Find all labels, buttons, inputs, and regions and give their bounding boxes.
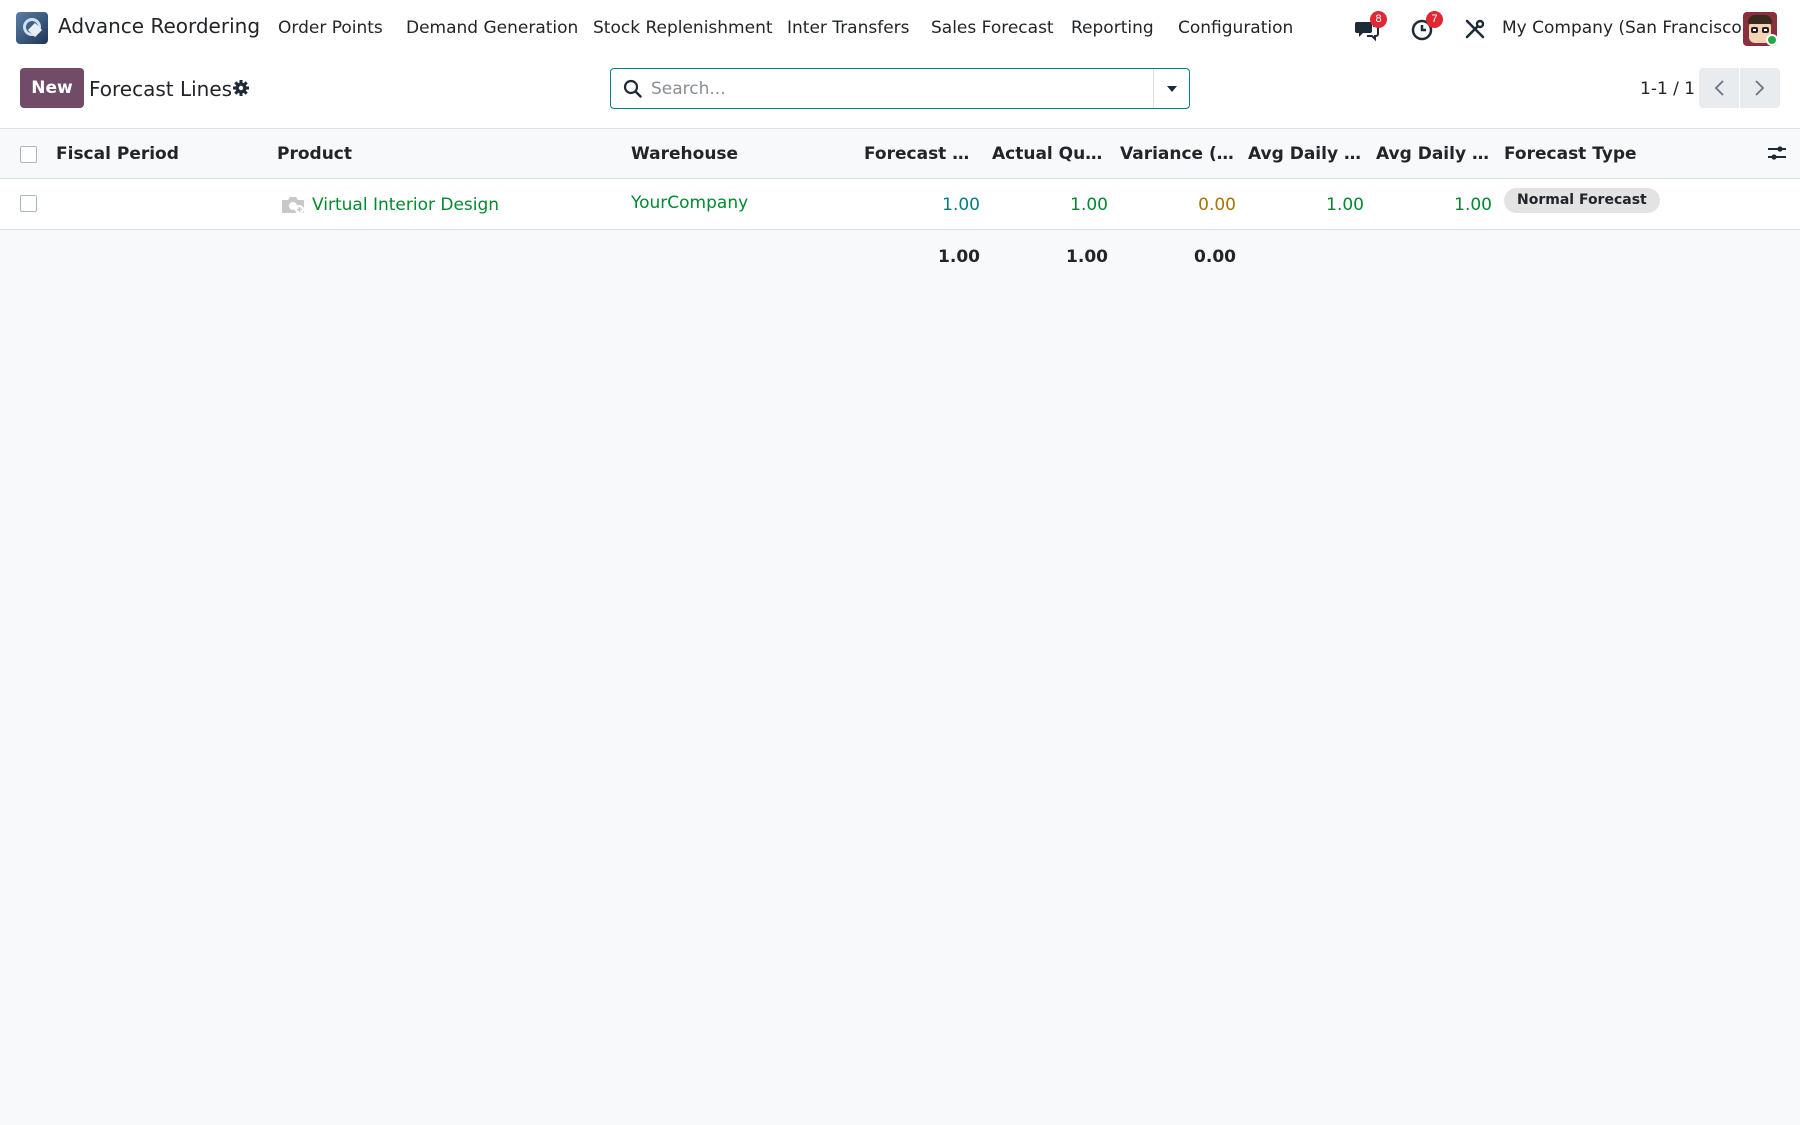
cell-product-link[interactable]: Virtual Interior Design [312,195,602,215]
column-warehouse[interactable]: Warehouse [631,144,831,164]
column-avg-daily-actual[interactable]: Avg Daily A... [1376,144,1492,164]
column-variance[interactable]: Variance (A... [1120,144,1236,164]
pager-previous-button[interactable] [1699,68,1739,108]
cell-avg-daily-actual[interactable]: 1.00 [1376,195,1492,215]
online-status-dot [1766,34,1778,46]
camera-placeholder-icon [280,194,306,216]
messages-icon[interactable]: 8 [1354,11,1387,42]
forecast-type-tag[interactable]: Normal Forecast [1504,188,1660,213]
menu-reporting[interactable]: Reporting [1071,18,1154,38]
cell-forecast-quantity[interactable]: 1.00 [864,195,980,215]
chevron-left-icon [1714,80,1724,96]
pager-value[interactable]: 1-1 / 1 [1640,79,1695,99]
total-forecast-quantity: 1.00 [938,247,980,267]
search-input[interactable] [651,77,1111,101]
total-variance: 0.00 [1194,247,1236,267]
control-panel: New Forecast Lines 1-1 / 1 [0,57,1800,129]
menu-order-points[interactable]: Order Points [278,18,383,38]
search-icon [623,79,643,99]
activities-count-badge: 7 [1426,11,1443,28]
row-select-checkbox[interactable] [20,195,37,212]
new-button[interactable]: New [20,68,84,108]
app-logo-icon[interactable] [16,12,48,44]
pager-next-button[interactable] [1740,68,1780,108]
messages-count-badge: 8 [1370,11,1387,28]
app-name[interactable]: Advance Reordering [58,14,260,38]
table-row[interactable]: Virtual Interior Design YourCompany 1.00… [0,179,1800,230]
menu-stock-replenishment[interactable]: Stock Replenishment [593,18,773,38]
search-options-toggle[interactable] [1153,69,1189,108]
column-forecast-type[interactable]: Forecast Type [1504,144,1704,164]
top-navbar: Advance Reordering Order Points Demand G… [0,0,1800,57]
caret-down-icon [1166,85,1177,92]
column-avg-daily-forecast[interactable]: Avg Daily F... [1248,144,1364,164]
optional-columns-settings-icon[interactable] [1767,143,1787,163]
page-title[interactable]: Forecast Lines [89,77,232,101]
menu-demand-generation[interactable]: Demand Generation [406,18,578,38]
cell-actual-quantity[interactable]: 1.00 [992,195,1108,215]
total-actual-quantity: 1.00 [1066,247,1108,267]
search-bar [610,68,1190,109]
table-header-row: Fiscal Period Product Warehouse Forecast… [0,130,1800,179]
table-totals-row: 1.00 1.00 0.00 [0,231,1800,282]
column-forecast-quantity[interactable]: Forecast Qu... [864,144,980,164]
column-fiscal-period[interactable]: Fiscal Period [56,144,256,164]
activities-clock-icon[interactable]: 7 [1410,11,1443,42]
column-actual-quantity[interactable]: Actual Qua... [992,144,1108,164]
column-product[interactable]: Product [277,144,597,164]
menu-sales-forecast[interactable]: Sales Forecast [931,18,1054,38]
chevron-right-icon [1755,80,1765,96]
cell-warehouse-link[interactable]: YourCompany [631,193,831,213]
debug-tools-icon[interactable] [1462,16,1488,42]
gear-icon[interactable] [232,79,250,97]
cell-avg-daily-forecast[interactable]: 1.00 [1248,195,1364,215]
menu-configuration[interactable]: Configuration [1178,18,1293,38]
menu-inter-transfers[interactable]: Inter Transfers [787,18,910,38]
company-switcher[interactable]: My Company (San Francisco) [1502,18,1748,38]
cell-variance[interactable]: 0.00 [1120,195,1236,215]
select-all-checkbox[interactable] [20,146,37,163]
